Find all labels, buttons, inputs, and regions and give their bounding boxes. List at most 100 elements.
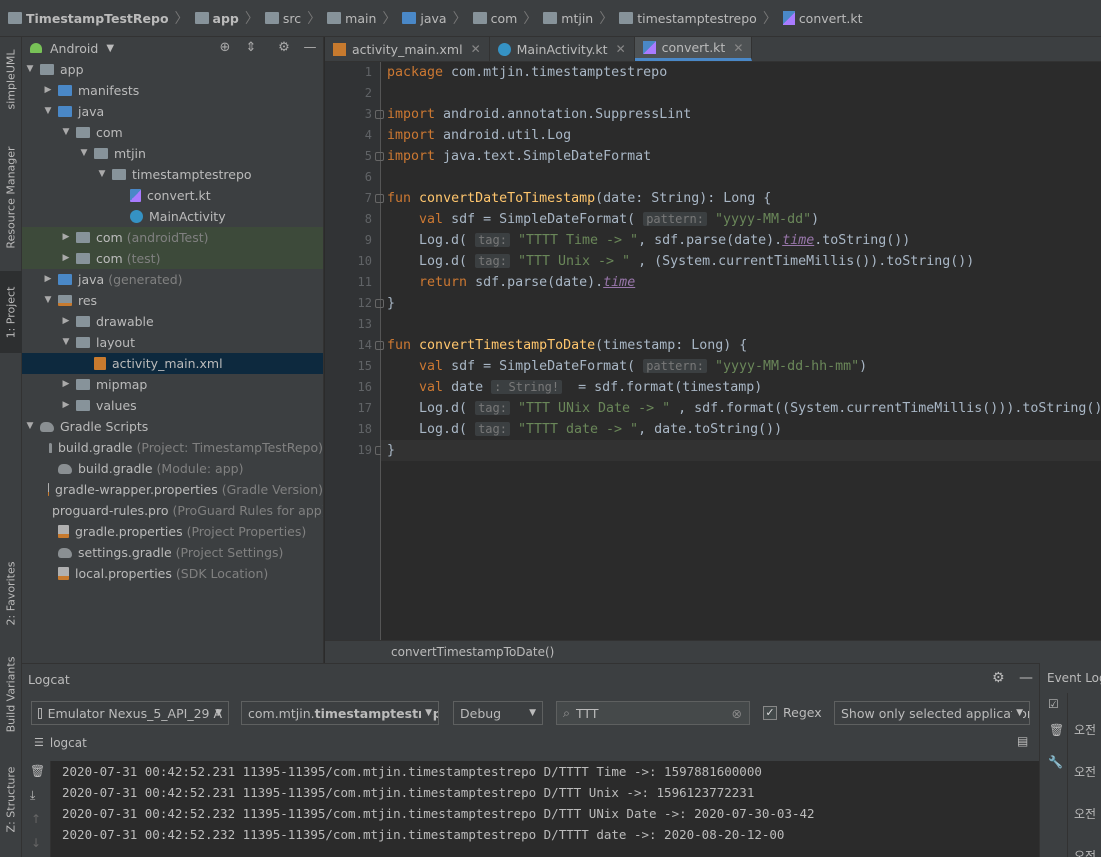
- code-line[interactable]: Log.d( tag: "TTT UNix Date -> " , sdf.fo…: [387, 398, 1101, 419]
- tree-item[interactable]: ▼ timestamptestrepo: [22, 164, 323, 185]
- code-line[interactable]: }: [387, 293, 395, 314]
- tree-item[interactable]: local.properties (SDK Location): [22, 563, 323, 584]
- regex-checkbox[interactable]: ✓: [763, 706, 777, 720]
- tree-item[interactable]: ▶ mipmap: [22, 374, 323, 395]
- tree-item[interactable]: ▼ app: [22, 59, 323, 80]
- collapsed-arrow-icon[interactable]: ▶: [60, 374, 72, 395]
- tree-item[interactable]: ▶ java (generated): [22, 269, 323, 290]
- code-line[interactable]: Log.d( tag: "TTTT Time -> ", sdf.parse(d…: [387, 230, 910, 251]
- code-line[interactable]: import android.annotation.SuppressLint: [387, 104, 691, 125]
- tree-item[interactable]: settings.gradle (Project Settings): [22, 542, 323, 563]
- minimize-icon[interactable]: —: [1019, 670, 1033, 686]
- editor-breadcrumb[interactable]: convertTimestampToDate(): [325, 640, 1101, 663]
- tree-item[interactable]: build.gradle (Project: TimestampTestRepo): [22, 437, 323, 458]
- log-line[interactable]: 2020-07-31 00:42:52.232 11395-11395/com.…: [51, 803, 1039, 824]
- trash-icon[interactable]: 🗑: [30, 764, 45, 778]
- tree-item[interactable]: ▶ com (test): [22, 248, 323, 269]
- minimize-icon[interactable]: —: [302, 40, 318, 56]
- breadcrumb-timestamptestrepo[interactable]: timestamptestrepo: [619, 11, 757, 26]
- collapsed-arrow-icon[interactable]: ▶: [42, 80, 54, 101]
- collapse-all-icon[interactable]: ⇕: [243, 40, 259, 56]
- code-line[interactable]: val sdf = SimpleDateFormat( pattern: "yy…: [387, 209, 819, 230]
- up-arrow-icon[interactable]: ↑: [31, 812, 41, 826]
- collapsed-arrow-icon[interactable]: ▶: [42, 269, 54, 290]
- expanded-arrow-icon[interactable]: ▼: [42, 101, 54, 122]
- code-line[interactable]: import java.text.SimpleDateFormat: [387, 146, 651, 167]
- gear-icon[interactable]: ⚙: [276, 40, 292, 56]
- clear-icon[interactable]: ⊗: [732, 706, 742, 721]
- tree-item[interactable]: ▼ layout: [22, 332, 323, 353]
- tab-activity-main-xml[interactable]: activity_main.xml ✕: [325, 37, 490, 61]
- collapsed-arrow-icon[interactable]: ▶: [60, 227, 72, 248]
- tab-build-variants[interactable]: Build Variants: [0, 649, 22, 739]
- collapsed-arrow-icon[interactable]: ▶: [60, 395, 72, 416]
- device-selector[interactable]: Emulator Nexus_5_API_29 A ▼: [31, 701, 229, 725]
- log-line[interactable]: 2020-07-31 00:42:52.231 11395-11395/com.…: [51, 761, 1039, 782]
- tab-structure[interactable]: Z: Structure: [0, 759, 22, 839]
- search-input[interactable]: ⌕ TTT ⊗: [556, 701, 750, 725]
- gear-icon[interactable]: ⚙: [992, 670, 1005, 686]
- breadcrumb-project[interactable]: TimestampTestRepo: [8, 11, 169, 26]
- tab-project[interactable]: 1: Project: [0, 271, 22, 353]
- breadcrumb-app[interactable]: app: [194, 11, 239, 26]
- tree-item[interactable]: ▼ mtjin: [22, 143, 323, 164]
- tree-item[interactable]: ▼ Gradle Scripts: [22, 416, 323, 437]
- down-arrow-icon[interactable]: ↓: [31, 836, 41, 850]
- tree-item[interactable]: gradle-wrapper.properties (Gradle Version…: [22, 479, 323, 500]
- code-line[interactable]: package com.mtjin.timestamptestrepo: [387, 62, 667, 83]
- code-line[interactable]: val sdf = SimpleDateFormat( pattern: "yy…: [387, 356, 867, 377]
- tab-convert-kt[interactable]: convert.kt ✕: [634, 37, 753, 61]
- code-line[interactable]: fun convertTimestampToDate(timestamp: Lo…: [387, 335, 747, 356]
- locate-icon[interactable]: ⊕: [217, 40, 233, 56]
- expanded-arrow-icon[interactable]: ▼: [60, 122, 72, 143]
- code-editor[interactable]: 1 2 3 4 5 6 7 8 9 10 11 12 13 14 15 16 17 18 19 package co…: [325, 62, 1101, 640]
- trash-icon[interactable]: 🗑: [1049, 723, 1064, 737]
- expanded-arrow-icon[interactable]: ▼: [78, 143, 90, 164]
- collapsed-arrow-icon[interactable]: ▶: [60, 248, 72, 269]
- log-level-selector[interactable]: Debug ▼: [453, 701, 543, 725]
- breadcrumb-com[interactable]: com: [472, 11, 517, 26]
- tree-item[interactable]: ▶ manifests: [22, 80, 323, 101]
- tree-item[interactable]: ▼ com: [22, 122, 323, 143]
- tree-item[interactable]: build.gradle (Module: app): [22, 458, 323, 479]
- scroll-to-end-icon[interactable]: ⤓: [30, 788, 35, 803]
- expanded-arrow-icon[interactable]: ▼: [24, 59, 36, 80]
- close-icon[interactable]: ✕: [471, 42, 481, 56]
- fold-marker-icon[interactable]: [375, 194, 384, 203]
- breadcrumb-file[interactable]: convert.kt: [782, 11, 863, 26]
- tree-item[interactable]: MainActivity: [22, 206, 323, 227]
- tree-item[interactable]: convert.kt: [22, 185, 323, 206]
- project-view-selector[interactable]: Android: [50, 41, 98, 56]
- filter-selector[interactable]: Show only selected application ▼: [834, 701, 1030, 725]
- tree-item[interactable]: activity_main.xml: [22, 353, 323, 374]
- collapsed-arrow-icon[interactable]: ▶: [60, 311, 72, 332]
- code-line[interactable]: }: [381, 440, 1101, 461]
- tree-item[interactable]: ▼ res: [22, 290, 323, 311]
- log-line[interactable]: 2020-07-31 00:42:52.231 11395-11395/com.…: [51, 782, 1039, 803]
- tree-item[interactable]: ▶ com (androidTest): [22, 227, 323, 248]
- expanded-arrow-icon[interactable]: ▼: [60, 332, 72, 353]
- breadcrumb-src[interactable]: src: [264, 11, 301, 26]
- logcat-output[interactable]: 2020-07-31 00:42:52.231 11395-11395/com.…: [50, 761, 1039, 857]
- mark-read-icon[interactable]: ☑: [1048, 697, 1059, 711]
- breadcrumb-java[interactable]: java: [402, 11, 447, 26]
- close-icon[interactable]: ✕: [733, 41, 743, 55]
- tab-resource-manager[interactable]: Resource Manager: [0, 137, 22, 257]
- fold-marker-icon[interactable]: [375, 152, 384, 161]
- expanded-arrow-icon[interactable]: ▼: [42, 290, 54, 311]
- code-line[interactable]: fun convertDateToTimestamp(date: String)…: [387, 188, 771, 209]
- fold-marker-icon[interactable]: [375, 341, 384, 350]
- tree-item[interactable]: ▶ values: [22, 395, 323, 416]
- tab-logcat[interactable]: logcat: [50, 736, 87, 750]
- tab-favorites[interactable]: 2: Favorites: [0, 553, 22, 633]
- fold-marker-icon[interactable]: [375, 110, 384, 119]
- close-icon[interactable]: ✕: [616, 42, 626, 56]
- expanded-arrow-icon[interactable]: ▼: [96, 164, 108, 185]
- code-line[interactable]: Log.d( tag: "TTTT date -> ", date.toStri…: [387, 419, 782, 440]
- expanded-arrow-icon[interactable]: ▼: [24, 416, 36, 437]
- tree-item[interactable]: ▶ drawable: [22, 311, 323, 332]
- wrench-icon[interactable]: 🔧: [1048, 755, 1063, 769]
- fold-marker-icon[interactable]: [375, 299, 384, 308]
- code-line[interactable]: import android.util.Log: [387, 125, 571, 146]
- code-line[interactable]: Log.d( tag: "TTT Unix -> " , (System.cur…: [387, 251, 974, 272]
